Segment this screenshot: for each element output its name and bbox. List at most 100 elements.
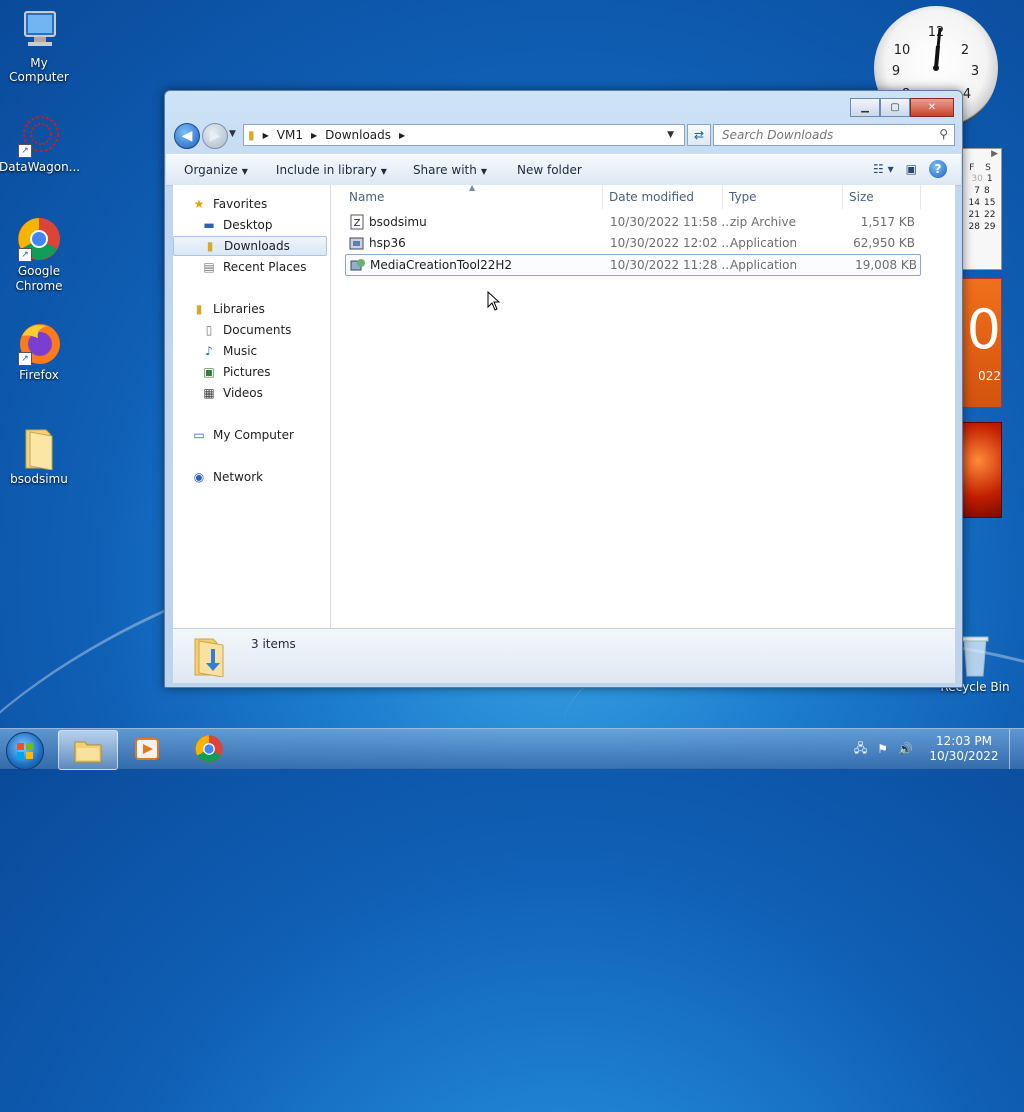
command-bar: Organize ▼ Include in library ▼ Share with… (166, 154, 961, 186)
media-creation-tool-icon (350, 257, 366, 273)
taskbar-explorer-button[interactable] (58, 730, 118, 770)
new-folder-button[interactable]: New folder (517, 163, 582, 177)
volume-icon[interactable]: 🔊 (898, 742, 913, 756)
datawagon-icon: ↗ (16, 112, 62, 158)
svg-text:Z: Z (354, 218, 361, 229)
nav-my-computer[interactable]: ▭ My Computer (191, 425, 294, 445)
desktop-icon-my-computer[interactable]: My Computer (0, 8, 79, 84)
network-icon: ◉ (193, 470, 205, 484)
firefox-icon: ↗ (16, 320, 62, 366)
breadcrumb-vm1[interactable]: VM1 (277, 128, 303, 142)
include-in-library-menu[interactable]: Include in library ▼ (276, 163, 387, 177)
libraries-icon: ▮ (195, 302, 203, 316)
calendar-grid: 30 1 78 14 15 21 22 28 29 (968, 174, 996, 232)
minimize-button[interactable]: ▁ (850, 98, 880, 117)
file-row[interactable]: Z bsodsimu 10/30/2022 11:58 ... zip Arch… (345, 212, 919, 232)
folder-icon (16, 424, 62, 471)
desktop-icon-label: Firefox (19, 368, 59, 382)
file-row[interactable]: hsp36 10/30/2022 12:02 ... Application 6… (345, 233, 919, 253)
nav-desktop[interactable]: ▬ Desktop (201, 215, 272, 235)
breadcrumb-separator-icon: ▶ (262, 130, 269, 140)
navigation-bar: ◀ ▶ ▼ ▮ ▶ VM1 ▶ Downloads ▶ ▼ ⇄ ⚲ (173, 122, 955, 149)
taskbar: 🖧 ⚑ 🔊 12:03 PM 10/30/2022 (0, 728, 1024, 770)
taskbar-media-player-button[interactable] (118, 730, 176, 768)
pictures-icon: ▣ (203, 365, 215, 379)
svg-text:12: 12 (928, 25, 945, 40)
zip-archive-icon: Z (349, 214, 365, 230)
downloads-folder-large-icon (191, 635, 231, 680)
column-header-date-modified[interactable]: Date modified (603, 185, 723, 209)
network-tray-icon[interactable]: 🖧 (854, 739, 867, 760)
forward-button[interactable]: ▶ (202, 123, 228, 149)
column-header-name[interactable]: Name (331, 185, 603, 209)
action-center-icon[interactable]: ⚑ (877, 742, 888, 756)
back-button[interactable]: ◀ (174, 123, 200, 149)
desktop-icon-datawagon[interactable]: ↗ DataWagon... (0, 112, 81, 174)
navigation-pane: ★ Favorites ▬ Desktop ▮ Downloads ▤ Recent P… (173, 185, 331, 628)
nav-documents[interactable]: ▯ Documents (201, 320, 292, 340)
organize-menu[interactable]: Organize ▼ (184, 163, 248, 177)
nav-pictures[interactable]: ▣ Pictures (201, 362, 270, 382)
calendar-day-header: F S (969, 163, 995, 173)
recent-pages-dropdown[interactable]: ▼ (229, 129, 236, 139)
search-icon[interactable]: ⚲ (939, 127, 948, 141)
nav-music[interactable]: ♪ Music (201, 341, 257, 361)
svg-text:10: 10 (894, 43, 911, 58)
file-date: 10/30/2022 12:02 ... (610, 236, 733, 250)
file-date: 10/30/2022 11:28 ... (610, 258, 733, 272)
search-input[interactable] (720, 125, 934, 145)
file-name: MediaCreationTool22H2 (370, 258, 513, 272)
clock-time: 12:03 PM (936, 734, 992, 748)
item-count: 3 items (251, 637, 296, 651)
column-header-size[interactable]: Size (843, 185, 921, 209)
nav-network[interactable]: ◉ Network (191, 467, 263, 487)
maximize-button[interactable]: ▢ (880, 98, 910, 117)
start-button[interactable] (6, 732, 44, 770)
calendar-day-gadget[interactable]: 0 022 (962, 278, 1002, 408)
desktop-icon-firefox[interactable]: ↗ Firefox (0, 320, 79, 382)
star-icon: ★ (193, 197, 205, 211)
shortcut-arrow-icon: ↗ (18, 248, 32, 262)
svg-text:4: 4 (963, 87, 971, 102)
close-button[interactable]: ✕ (910, 98, 954, 117)
nav-downloads[interactable]: ▮ Downloads (173, 236, 327, 256)
refresh-button[interactable]: ⇄ (687, 124, 711, 146)
media-player-icon (135, 738, 159, 760)
help-button[interactable]: ? (929, 160, 947, 178)
nav-favorites[interactable]: ★ Favorites (191, 194, 268, 214)
file-size: 62,950 KB (853, 236, 915, 250)
calendar-year: 022 (978, 369, 1001, 383)
chevron-down-icon: ▼ (380, 167, 387, 176)
desktop-icon-label: bsodsimu (10, 472, 68, 486)
share-with-menu[interactable]: Share with ▼ (413, 163, 487, 177)
application-icon (349, 235, 365, 251)
desktop-icon-google-chrome[interactable]: ↗ Google Chrome (0, 216, 79, 294)
taskbar-chrome-button[interactable] (180, 730, 238, 768)
file-size: 1,517 KB (860, 215, 915, 229)
calendar-next-icon[interactable]: ▶ (963, 149, 1001, 159)
taskbar-clock[interactable]: 12:03 PM 10/30/2022 (923, 734, 1005, 764)
nav-recent-places[interactable]: ▤ Recent Places (201, 257, 306, 277)
slideshow-gadget[interactable] (962, 422, 1002, 518)
svg-text:9: 9 (892, 64, 900, 79)
show-desktop-button[interactable] (1009, 729, 1024, 769)
shortcut-arrow-icon: ↗ (18, 144, 32, 158)
preview-pane-button[interactable]: ▣ (906, 162, 917, 176)
computer-icon (16, 8, 62, 54)
desktop-icon-label: DataWagon... (0, 160, 81, 174)
nav-videos[interactable]: ▦ Videos (201, 383, 263, 403)
explorer-window[interactable]: ▁ ▢ ✕ ◀ ▶ ▼ ▮ ▶ VM1 ▶ Downloads ▶ ▼ ⇄ ⚲ … (164, 90, 963, 688)
svg-text:3: 3 (971, 64, 979, 79)
calendar-gadget[interactable]: ▶ F S 30 1 78 14 15 21 22 28 29 (962, 148, 1002, 270)
address-bar[interactable]: ▮ ▶ VM1 ▶ Downloads ▶ ▼ (243, 124, 685, 146)
search-box: ⚲ (713, 124, 955, 146)
desktop-icon-bsodsimu[interactable]: bsodsimu (0, 424, 79, 486)
chrome-icon (195, 735, 223, 763)
desktop-icon-label: My Computer (9, 56, 69, 84)
breadcrumb-downloads[interactable]: Downloads (325, 128, 391, 142)
file-row-selected[interactable]: MediaCreationTool22H2 10/30/2022 11:28 .… (345, 254, 921, 276)
address-dropdown-icon[interactable]: ▼ (667, 130, 674, 140)
nav-libraries[interactable]: ▮ Libraries (191, 299, 265, 319)
column-header-type[interactable]: Type (723, 185, 843, 209)
change-view-button[interactable]: ☷ ▾ (873, 162, 894, 176)
